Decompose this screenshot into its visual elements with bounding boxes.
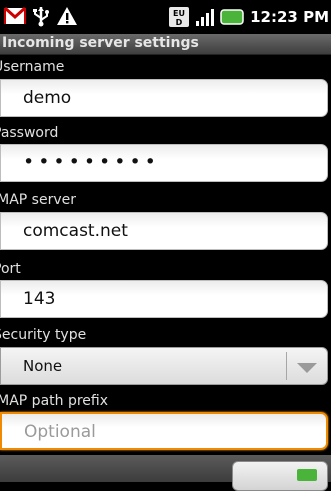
password-label: Password <box>0 125 59 141</box>
status-time: 12:23 PM <box>250 8 329 26</box>
system-icons: EU D 12:23 PM <box>168 6 329 28</box>
port-value: 143 <box>23 289 56 309</box>
svg-text:D: D <box>176 18 183 27</box>
dropdown-arrow-icon <box>297 363 317 373</box>
next-button[interactable] <box>232 461 328 491</box>
username-label: Username <box>0 59 65 75</box>
bottom-bar <box>0 455 331 491</box>
imap-server-value: comcast.net <box>23 221 128 241</box>
imap-server-label: IMAP server <box>0 192 76 208</box>
password-field[interactable]: ••••••••• <box>0 144 328 182</box>
username-field[interactable]: demo <box>0 79 328 117</box>
usb-icon <box>33 7 49 27</box>
page-title: Incoming server settings <box>2 35 199 51</box>
port-label: Port <box>0 261 21 277</box>
port-field[interactable]: 143 <box>0 280 328 318</box>
imap-path-prefix-placeholder: Optional <box>24 422 96 442</box>
notification-icons <box>4 5 78 27</box>
security-type-label: Security type <box>0 327 87 343</box>
password-value: ••••••••• <box>23 151 160 173</box>
security-type-value: None <box>23 357 63 375</box>
username-value: demo <box>23 88 72 108</box>
eu-roaming-icon: EU D <box>169 7 190 27</box>
svg-text:EU: EU <box>173 9 185 18</box>
imap-path-prefix-field[interactable]: Optional <box>0 412 328 450</box>
settings-form: Username demo Password ••••••••• IMAP se… <box>0 55 331 455</box>
warning-icon <box>57 7 77 25</box>
imap-path-prefix-label: IMAP path prefix <box>0 393 109 409</box>
security-type-dropdown[interactable]: None <box>0 347 328 385</box>
gmail-icon <box>4 6 26 24</box>
imap-server-field[interactable]: comcast.net <box>0 212 328 250</box>
dropdown-divider <box>286 352 287 380</box>
next-indicator <box>297 469 317 481</box>
title-bar: Incoming server settings <box>0 34 331 55</box>
signal-icon <box>196 9 215 26</box>
battery-icon <box>220 9 244 25</box>
status-bar: EU D 12:23 PM <box>0 0 331 34</box>
